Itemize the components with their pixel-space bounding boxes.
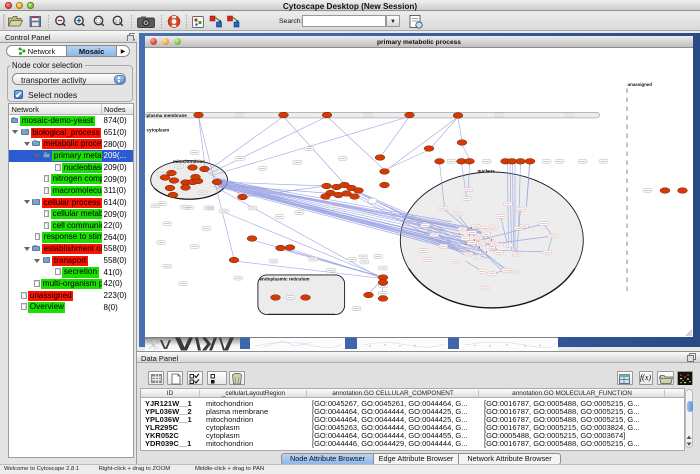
svg-text:nucleus: nucleus <box>478 169 496 174</box>
svg-text:cytoplasm: cytoplasm <box>147 128 170 133</box>
svg-text:plasma membrane: plasma membrane <box>147 113 188 118</box>
svg-text:endoplasmic reticulum: endoplasmic reticulum <box>260 277 310 282</box>
svg-text:unassigned: unassigned <box>628 82 653 87</box>
svg-text:1:1: 1:1 <box>115 19 122 24</box>
svg-text:mitochondrion: mitochondrion <box>173 159 205 164</box>
